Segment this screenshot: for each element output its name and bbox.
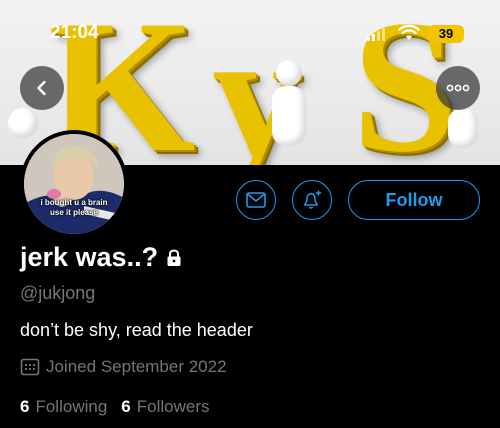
signal-icon [367,27,385,41]
avatar-photo [24,134,124,234]
notification-bell-icon [304,190,321,209]
status-bar: 21:04 39 [0,22,500,46]
figure-left [8,108,38,138]
profile-name-row: jerk was..? [20,242,182,273]
avatar-caption-line1: i bought u a brain [40,198,108,207]
display-name: jerk was..? [20,242,159,272]
avatar-caption-line2: use it please [49,208,99,217]
joined-date: Joined September 2022 [46,357,227,376]
following-count: 6 [20,397,30,416]
figure-center-body [272,86,306,146]
username-handle: @jukjong [20,283,96,303]
figure-center-head [276,60,302,86]
back-arrow-icon [37,80,46,96]
followers-count: 6 [121,397,131,416]
message-button[interactable] [236,180,276,220]
follow-counts: 6 Following 6 Followers [20,397,210,417]
followers-label: Followers [136,397,210,416]
more-options-button[interactable] [436,66,480,110]
message-icon [246,192,266,208]
battery-indicator: 39 [428,25,464,43]
joined-date-row: Joined September 2022 [20,357,227,377]
following-link[interactable]: 6 Following [20,397,107,417]
follow-button[interactable]: Follow [348,180,480,220]
calendar-icon [20,358,40,376]
followers-link[interactable]: 6 Followers [121,397,209,417]
notifications-button[interactable] [292,180,332,220]
avatar[interactable]: i bought u a brain use it please [20,130,128,238]
lock-icon [167,248,181,266]
following-label: Following [35,397,108,416]
figure-right [448,108,478,148]
profile-bio: don’t be shy, read the header [20,320,253,340]
avatar-caption: i bought u a brain use it please [24,198,124,218]
more-icon [446,84,470,92]
wifi-icon [398,24,420,40]
status-time: 21:04 [50,22,99,43]
back-button[interactable] [20,66,64,110]
